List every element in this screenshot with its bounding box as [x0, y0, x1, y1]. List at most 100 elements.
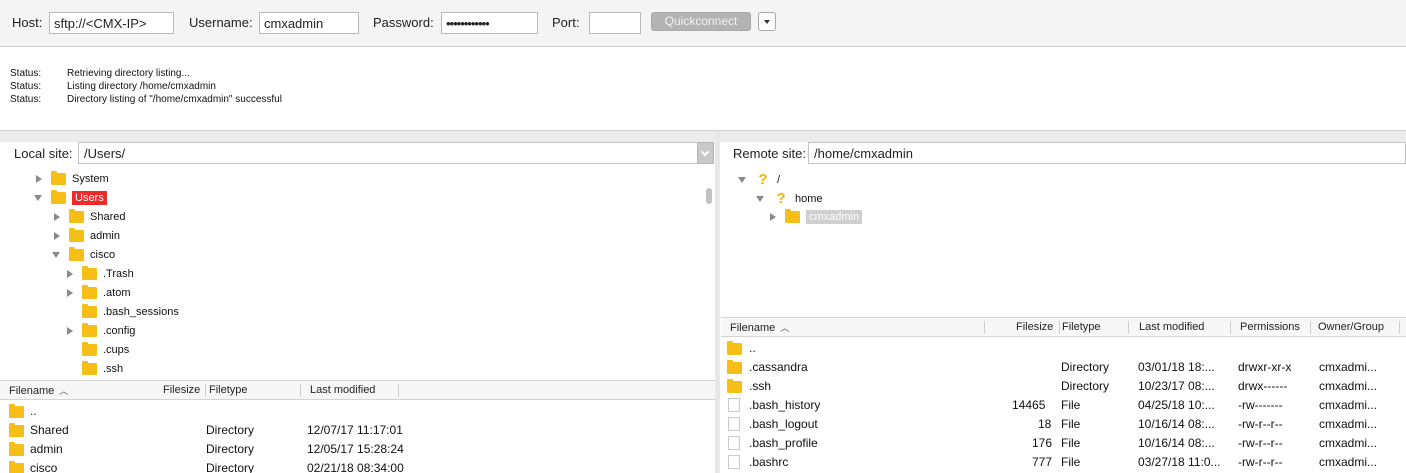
file-name: .cassandra — [749, 360, 808, 374]
folder-icon — [727, 379, 742, 393]
password-label: Password: — [373, 15, 434, 30]
pane-divider[interactable] — [715, 131, 720, 473]
file-modified: 04/25/18 10:... — [1138, 398, 1215, 412]
column-separator[interactable] — [984, 321, 985, 334]
local-tree-scrollbar[interactable] — [706, 188, 712, 204]
local-site-dropdown[interactable] — [697, 142, 714, 164]
expand-arrow-icon[interactable] — [767, 211, 779, 223]
table-row[interactable]: Shared Directory 12/07/17 11:17:01 — [0, 420, 715, 440]
expand-arrow-icon[interactable] — [33, 173, 45, 185]
file-name: .. — [749, 341, 756, 355]
folder-icon — [82, 322, 97, 337]
column-separator[interactable] — [1059, 321, 1060, 334]
file-modified: 03/01/18 18:... — [1138, 360, 1215, 374]
tree-item-cmxadmin[interactable]: cmxadmin — [767, 207, 863, 226]
file-type: File — [1061, 417, 1081, 431]
folder-icon — [69, 208, 84, 223]
file-owner: cmxadmi... — [1319, 455, 1378, 469]
tree-item-label: .cups — [103, 343, 130, 356]
table-row[interactable]: .bash_history 14465 File 04/25/18 10:...… — [721, 395, 1406, 415]
file-modified: 03/27/18 11:0... — [1138, 455, 1221, 469]
tree-item-atom[interactable]: .atom — [64, 283, 131, 302]
quickconnect-history-dropdown[interactable] — [758, 12, 776, 31]
file-permissions: -rw-r--r-- — [1238, 436, 1283, 450]
table-row[interactable]: .. — [0, 401, 715, 421]
col-last-modified[interactable]: Last modified — [310, 384, 375, 396]
tree-item-label: home — [795, 192, 823, 205]
table-row[interactable]: .. — [721, 338, 1406, 358]
column-separator[interactable] — [205, 384, 206, 397]
column-separator[interactable] — [1310, 321, 1311, 334]
expand-arrow-icon[interactable] — [64, 287, 76, 299]
chevron-down-icon — [700, 147, 710, 157]
file-type: Directory — [1061, 360, 1110, 374]
table-row[interactable]: admin Directory 12/05/17 15:28:24 — [0, 439, 715, 459]
tree-item-label: cmxadmin — [806, 209, 863, 224]
col-filesize[interactable]: Filesize — [163, 384, 200, 396]
log-status-key: Status: — [10, 81, 42, 92]
table-row[interactable]: .cassandra Directory 03/01/18 18:... drw… — [721, 357, 1406, 377]
remote-site-label: Remote site: — [733, 146, 806, 161]
column-separator[interactable] — [398, 384, 399, 397]
expand-arrow-icon[interactable] — [64, 325, 76, 337]
local-site-label: Local site: — [14, 146, 73, 161]
col-filesize[interactable]: Filesize — [1016, 321, 1053, 333]
col-last-modified[interactable]: Last modified — [1139, 321, 1204, 333]
file-permissions: -rw-r--r-- — [1238, 455, 1283, 469]
col-filetype[interactable]: Filetype — [1062, 321, 1101, 333]
folder-icon — [9, 442, 24, 456]
column-separator[interactable] — [1399, 321, 1400, 334]
tree-item-admin[interactable]: admin — [51, 226, 120, 245]
password-input[interactable] — [441, 12, 538, 34]
log-line: Status: Retrieving directory listing... — [10, 68, 190, 79]
tree-item-cups[interactable]: .cups — [64, 340, 129, 359]
file-owner: cmxadmi... — [1319, 360, 1378, 374]
file-name: .ssh — [749, 379, 772, 393]
table-row[interactable]: .ssh Directory 10/23/17 08:... drwx-----… — [721, 376, 1406, 396]
folder-icon — [69, 227, 84, 242]
remote-site-path[interactable] — [808, 142, 1406, 164]
log-status-key: Status: — [10, 68, 42, 79]
tree-item-config[interactable]: .config — [64, 321, 135, 340]
expand-arrow-icon[interactable] — [51, 230, 63, 242]
local-tree: System Users Shared admin cisco .Trash .… — [0, 168, 714, 376]
column-separator[interactable] — [1230, 321, 1231, 334]
question-mark-icon: ? — [758, 170, 768, 188]
tree-item-shared[interactable]: Shared — [51, 207, 125, 226]
collapse-arrow-icon[interactable] — [755, 193, 767, 205]
tree-item-home[interactable]: ? home — [755, 189, 823, 208]
username-input[interactable] — [259, 12, 359, 34]
quickconnect-button[interactable]: Quickconnect — [651, 12, 751, 31]
col-filename[interactable]: Filename ︿ — [9, 384, 68, 397]
collapse-arrow-icon[interactable] — [51, 249, 63, 261]
tree-item-cisco[interactable]: cisco — [51, 245, 115, 264]
question-mark-icon: ? — [776, 189, 786, 207]
table-row[interactable]: .bash_profile 176 File 10/16/14 08:... -… — [721, 433, 1406, 453]
port-input[interactable] — [589, 12, 641, 34]
tree-item-system[interactable]: System — [33, 169, 109, 188]
expand-arrow-icon[interactable] — [64, 268, 76, 280]
col-filetype[interactable]: Filetype — [209, 384, 248, 396]
expand-arrow-icon[interactable] — [51, 211, 63, 223]
column-separator[interactable] — [300, 384, 301, 397]
host-input[interactable] — [49, 12, 174, 34]
tree-item-root[interactable]: ? / — [737, 170, 780, 189]
table-row[interactable]: .bashrc 777 File 03/27/18 11:0... -rw-r-… — [721, 452, 1406, 472]
table-row[interactable]: cisco Directory 02/21/18 08:34:00 — [0, 458, 715, 473]
col-permissions[interactable]: Permissions — [1240, 321, 1300, 333]
tree-item-trash[interactable]: .Trash — [64, 264, 134, 283]
collapse-arrow-icon[interactable] — [33, 192, 45, 204]
tree-item-ssh[interactable]: .ssh — [64, 359, 123, 378]
file-size: 176 — [1032, 436, 1053, 450]
local-site-path[interactable] — [78, 142, 698, 164]
file-name: .bash_logout — [749, 417, 818, 431]
collapse-arrow-icon[interactable] — [737, 174, 749, 186]
table-row[interactable]: .bash_logout 18 File 10/16/14 08:... -rw… — [721, 414, 1406, 434]
column-separator[interactable] — [1128, 321, 1129, 334]
tree-item-users[interactable]: Users — [33, 188, 107, 207]
file-type: Directory — [206, 423, 255, 437]
sort-ascending-icon: ︿ — [780, 323, 790, 333]
col-filename[interactable]: Filename ︿ — [730, 321, 789, 334]
tree-item-bash-sessions[interactable]: .bash_sessions — [64, 302, 179, 321]
col-owner-group[interactable]: Owner/Group — [1318, 321, 1384, 333]
